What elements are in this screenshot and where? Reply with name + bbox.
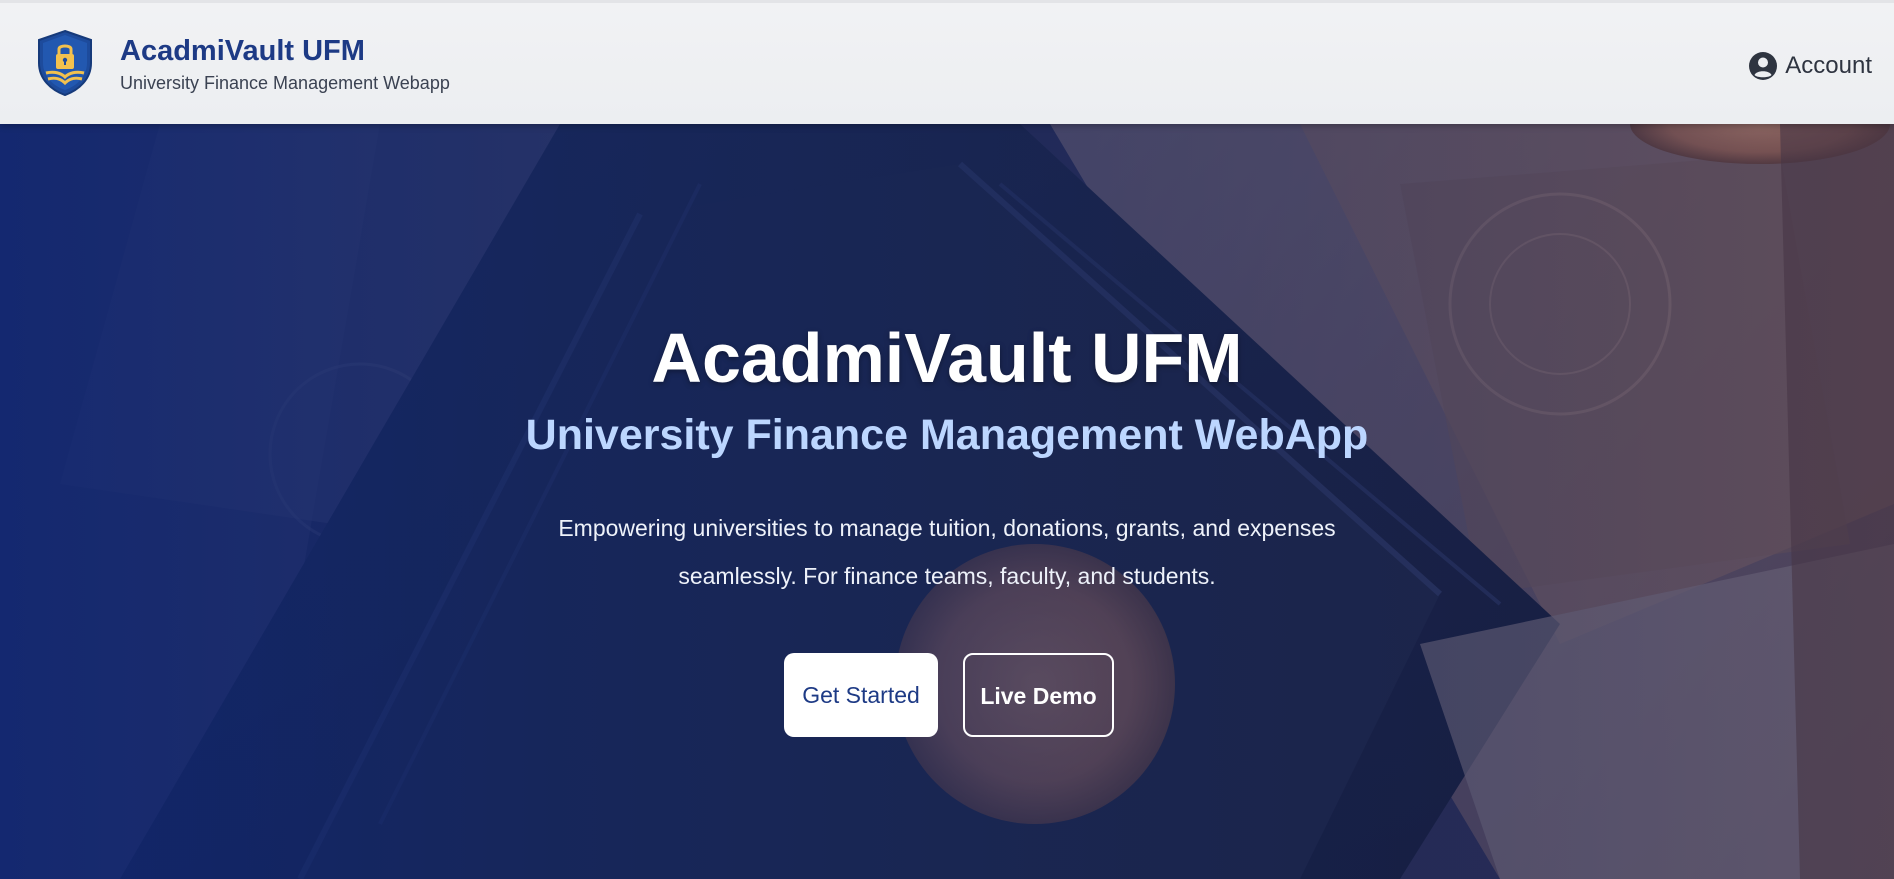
brand[interactable]: AcadmiVault UFM University Finance Manag… bbox=[36, 29, 450, 97]
live-demo-button[interactable]: Live Demo bbox=[963, 653, 1114, 737]
hero-title: AcadmiVault UFM bbox=[651, 319, 1243, 397]
brand-subtitle: University Finance Management Webapp bbox=[120, 73, 450, 93]
hero-content: AcadmiVault UFM University Finance Manag… bbox=[0, 124, 1894, 879]
hero-actions: Get Started Live Demo bbox=[784, 653, 1114, 737]
shield-lock-book-icon bbox=[38, 29, 92, 97]
get-started-button[interactable]: Get Started bbox=[784, 653, 938, 737]
account-label: Account bbox=[1785, 52, 1872, 79]
brand-title: AcadmiVault UFM bbox=[120, 35, 365, 67]
account-menu-button[interactable]: Account bbox=[1748, 51, 1872, 81]
hero-subtitle: University Finance Management WebApp bbox=[525, 411, 1369, 459]
hero-section: AcadmiVault UFM University Finance Manag… bbox=[0, 124, 1894, 879]
hero-description: Empowering universities to manage tuitio… bbox=[558, 515, 1336, 589]
user-circle-icon bbox=[1749, 52, 1778, 80]
top-navbar: AcadmiVault UFM University Finance Manag… bbox=[0, 0, 1894, 124]
